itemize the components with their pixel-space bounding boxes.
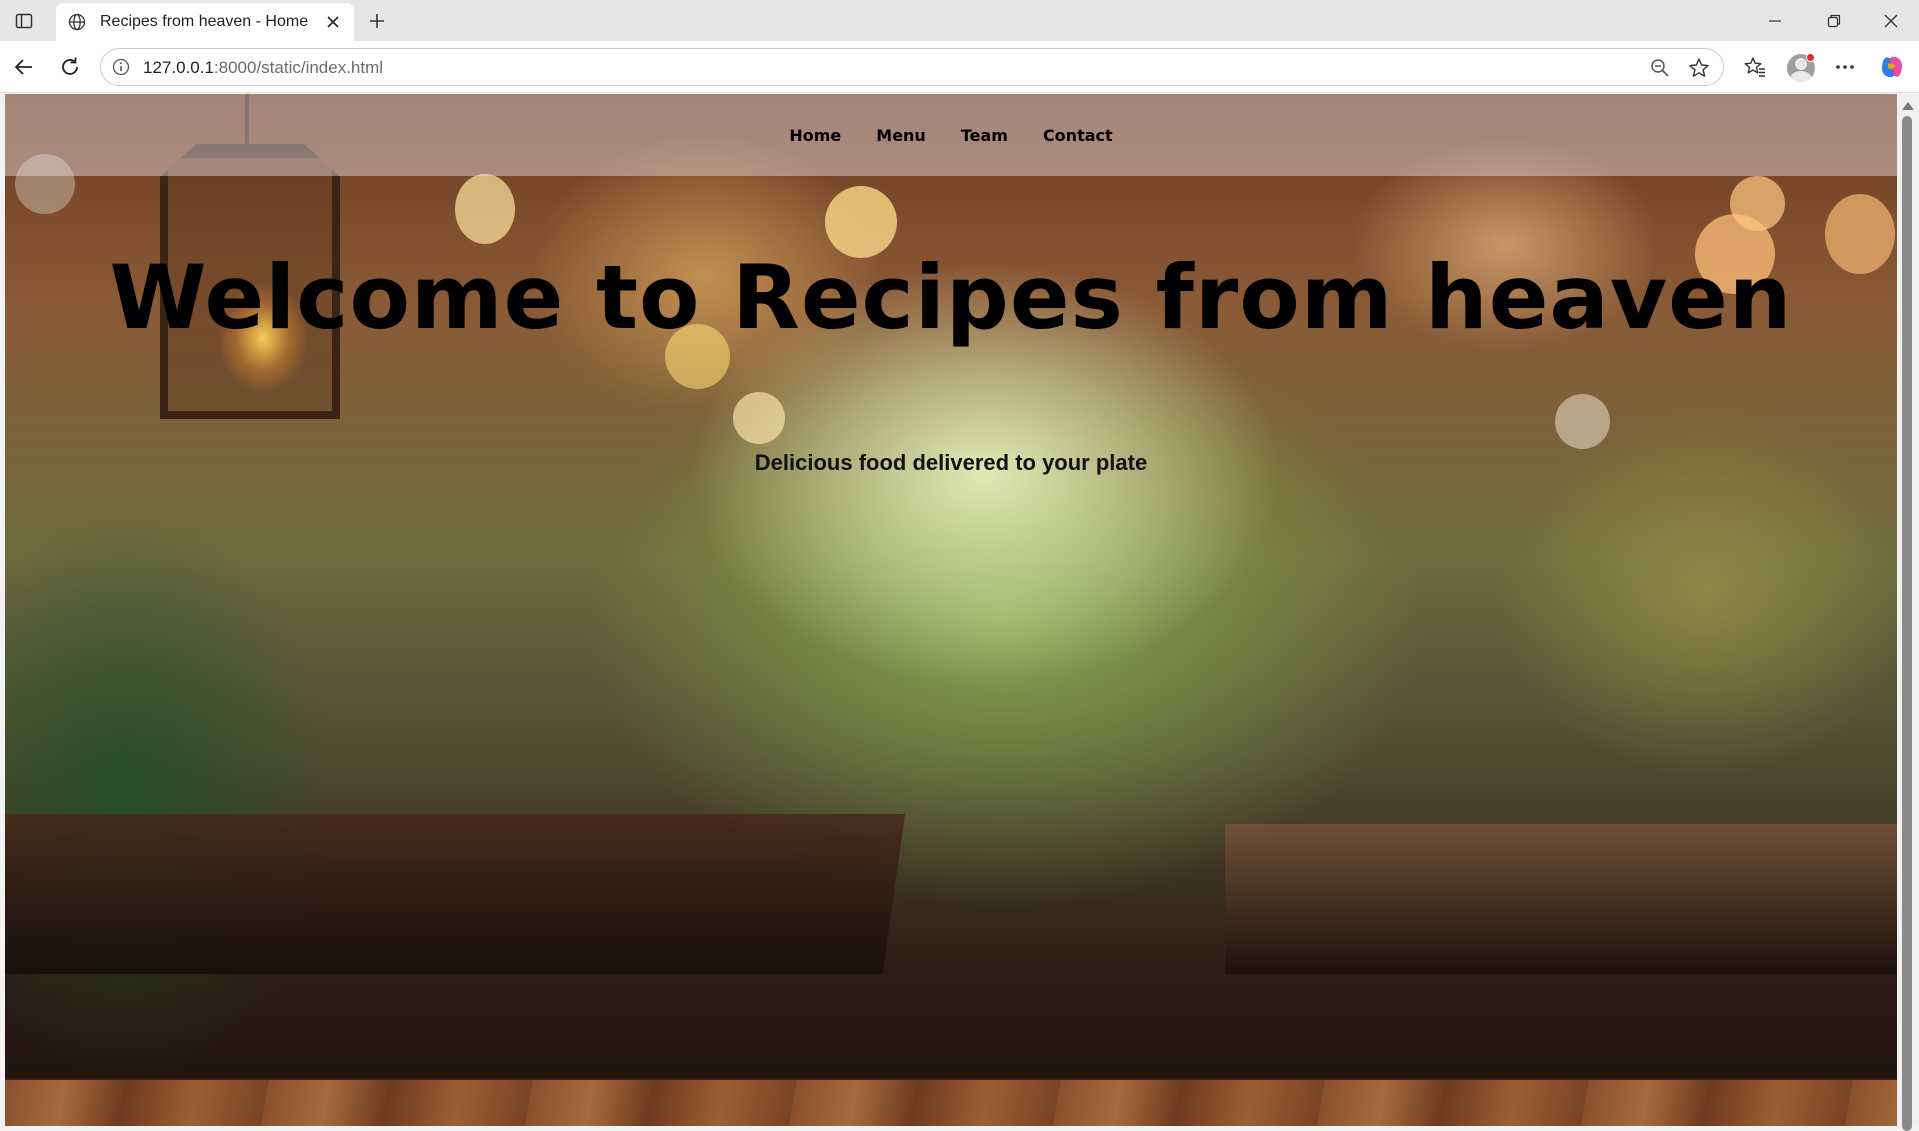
copilot-icon[interactable] bbox=[1878, 53, 1906, 81]
nav-team-link[interactable]: Team bbox=[961, 126, 1008, 145]
star-icon[interactable] bbox=[1687, 56, 1711, 80]
site-navbar: Home Menu Team Contact bbox=[5, 94, 1897, 176]
window-close-icon[interactable] bbox=[1867, 6, 1915, 36]
plus-icon[interactable] bbox=[364, 8, 390, 34]
address-bar[interactable]: 127.0.0.1:8000/static/index.html bbox=[100, 48, 1724, 86]
bokeh-light bbox=[1730, 176, 1785, 231]
bokeh-light bbox=[1555, 394, 1610, 449]
url-host: 127.0.0.1 bbox=[143, 58, 214, 77]
close-icon[interactable] bbox=[322, 11, 344, 33]
active-tab[interactable]: Recipes from heaven - Home bbox=[56, 3, 354, 41]
bokeh-light bbox=[733, 392, 785, 444]
nav-contact-link[interactable]: Contact bbox=[1043, 126, 1113, 145]
notification-badge bbox=[1806, 53, 1815, 62]
nav-menu-link[interactable]: Menu bbox=[876, 126, 926, 145]
zoom-out-icon[interactable] bbox=[1649, 57, 1671, 79]
page-viewport: Home Menu Team Contact Welcome to Recipe… bbox=[5, 94, 1897, 1126]
tab-title: Recipes from heaven - Home bbox=[100, 13, 309, 30]
reload-icon[interactable] bbox=[56, 53, 84, 81]
scroll-up-arrow-icon[interactable] bbox=[1902, 102, 1914, 110]
restore-icon[interactable] bbox=[1810, 6, 1858, 36]
url-path: :8000/static/index.html bbox=[213, 58, 384, 77]
hero-title: Welcome to Recipes from heaven bbox=[109, 246, 1793, 349]
bokeh-light bbox=[455, 174, 515, 244]
background-table bbox=[5, 814, 905, 974]
wooden-tabletop bbox=[5, 1078, 1897, 1126]
page-scrollbar[interactable] bbox=[1897, 94, 1919, 1131]
url-text: 127.0.0.1:8000/static/index.html bbox=[143, 58, 383, 78]
info-icon[interactable] bbox=[111, 57, 131, 77]
favorites-icon[interactable] bbox=[1741, 53, 1769, 81]
scroll-thumb[interactable] bbox=[1902, 116, 1912, 1131]
hero-subtitle: Delicious food delivered to your plate bbox=[754, 450, 1148, 475]
sidebar-toggle-icon[interactable] bbox=[12, 9, 36, 33]
tab-strip: Recipes from heaven - Home bbox=[0, 0, 1919, 41]
background-table bbox=[1225, 824, 1897, 974]
more-icon[interactable] bbox=[1831, 53, 1859, 81]
minimize-icon[interactable] bbox=[1751, 6, 1799, 36]
browser-toolbar: 127.0.0.1:8000/static/index.html bbox=[0, 41, 1919, 93]
nav-home-link[interactable]: Home bbox=[789, 126, 841, 145]
back-icon[interactable] bbox=[10, 53, 38, 81]
globe-icon bbox=[66, 11, 88, 33]
